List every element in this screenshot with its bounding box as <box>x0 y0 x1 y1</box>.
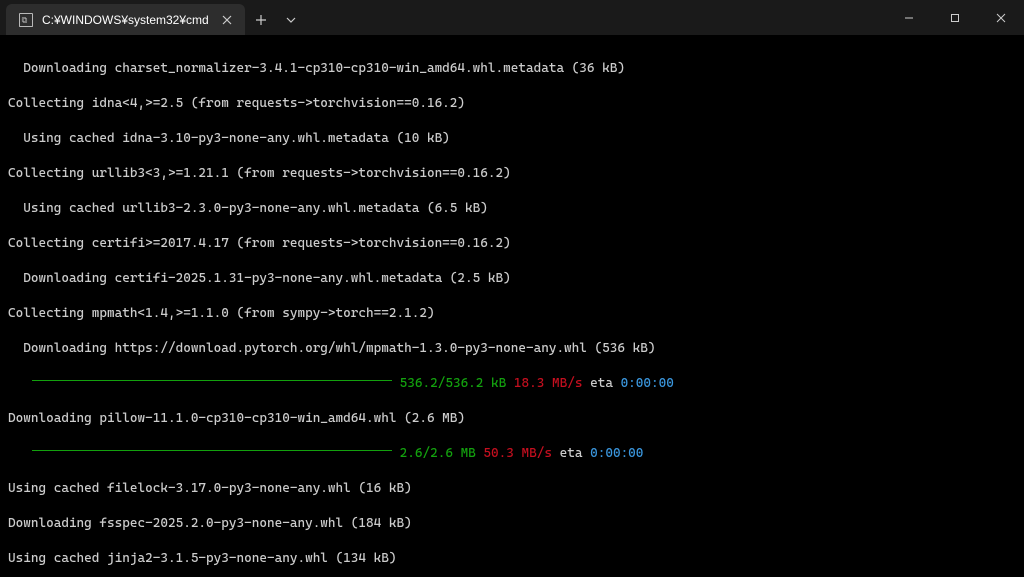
minimize-button[interactable] <box>886 0 932 35</box>
output-line: Using cached urllib3-2.3.0-py3-none-any.… <box>8 200 1016 218</box>
maximize-button[interactable] <box>932 0 978 35</box>
progress-eta-label: eta <box>560 446 583 461</box>
close-window-button[interactable] <box>978 0 1024 35</box>
output-line: Downloading https://download.pytorch.org… <box>8 340 1016 358</box>
output-line: Using cached idna-3.10-py3-none-any.whl.… <box>8 130 1016 148</box>
output-line: Downloading pillow-11.1.0-cp310-cp310-wi… <box>8 410 1016 428</box>
title-bar-drag-region[interactable] <box>305 0 886 35</box>
progress-bytes: 536.2/536.2 kB <box>400 376 507 391</box>
tab-title: C:¥WINDOWS¥system32¥cmd <box>42 13 209 27</box>
progress-bytes: 2.6/2.6 MB <box>400 446 476 461</box>
progress-line: 536.2/536.2 kB 18.3 MB/s eta 0:00:00 <box>8 375 1016 393</box>
svg-text:⧉: ⧉ <box>22 15 28 24</box>
output-line: Downloading fsspec-2025.2.0-py3-none-any… <box>8 515 1016 533</box>
progress-rate: 50.3 MB/s <box>483 446 552 461</box>
output-line: Using cached filelock-3.17.0-py3-none-an… <box>8 480 1016 498</box>
progress-rate: 18.3 MB/s <box>514 376 583 391</box>
tab-dropdown-button[interactable] <box>277 4 305 35</box>
progress-bar-icon <box>32 450 392 451</box>
progress-eta: 0:00:00 <box>590 446 643 461</box>
output-line: Collecting idna<4,>=2.5 (from requests->… <box>8 95 1016 113</box>
cmd-icon: ⧉ <box>18 12 34 28</box>
terminal-output[interactable]: Downloading charset_normalizer-3.4.1-cp3… <box>0 36 1024 577</box>
tab-active[interactable]: ⧉ C:¥WINDOWS¥system32¥cmd <box>6 4 245 35</box>
output-line: Collecting mpmath<1.4,>=1.1.0 (from symp… <box>8 305 1016 323</box>
output-line: Downloading certifi-2025.1.31-py3-none-a… <box>8 270 1016 288</box>
progress-line: 2.6/2.6 MB 50.3 MB/s eta 0:00:00 <box>8 445 1016 463</box>
progress-eta-label: eta <box>590 376 613 391</box>
output-line: Using cached jinja2-3.1.5-py3-none-any.w… <box>8 550 1016 568</box>
progress-bar-icon <box>32 380 392 381</box>
output-line: Downloading charset_normalizer-3.4.1-cp3… <box>8 60 1016 78</box>
output-line: Collecting certifi>=2017.4.17 (from requ… <box>8 235 1016 253</box>
window-controls <box>886 0 1024 35</box>
new-tab-button[interactable] <box>245 4 277 35</box>
tab-close-button[interactable] <box>217 10 237 30</box>
progress-eta: 0:00:00 <box>621 376 674 391</box>
output-line: Collecting urllib3<3,>=1.21.1 (from requ… <box>8 165 1016 183</box>
title-bar: ⧉ C:¥WINDOWS¥system32¥cmd <box>0 0 1024 36</box>
